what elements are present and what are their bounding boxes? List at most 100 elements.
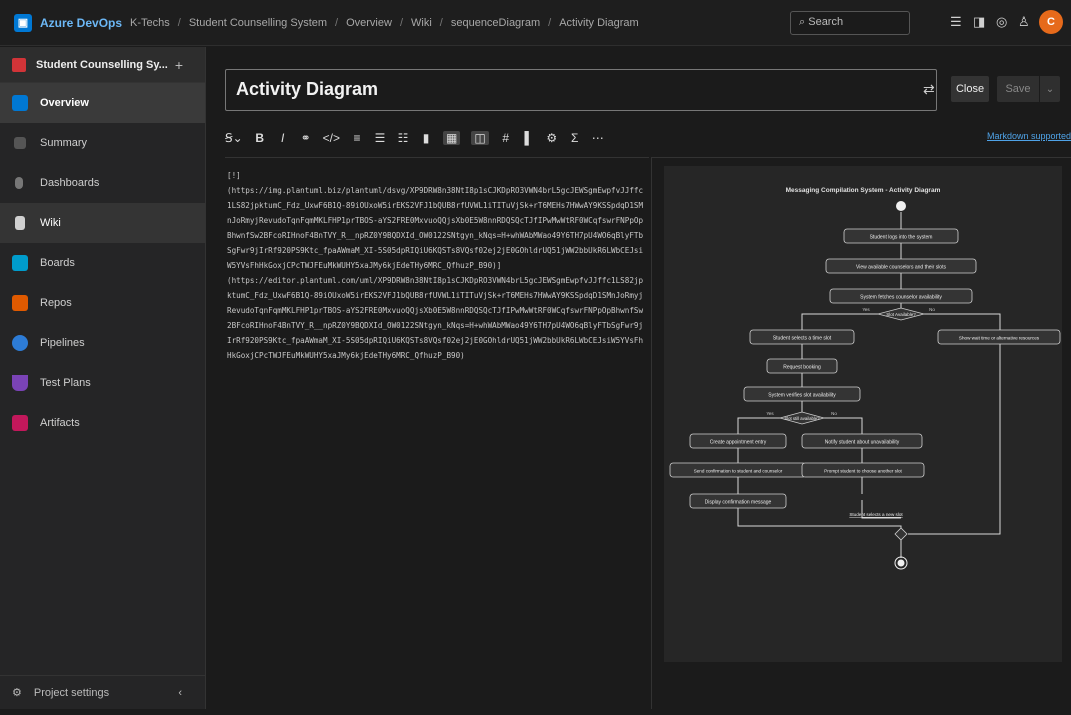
search-input[interactable]: ⌕ Search <box>790 11 910 35</box>
breadcrumb-separator: / <box>399 16 403 29</box>
sidebar-item-label: Test Plans <box>40 377 91 389</box>
bulleted-list-icon[interactable]: ≡ <box>351 131 363 145</box>
side-by-side-icon[interactable]: ◫ <box>471 131 489 145</box>
breadcrumb-wiki-page[interactable]: sequenceDiagram <box>451 17 540 29</box>
collapse-sidebar-icon[interactable]: ‹ <box>178 687 182 699</box>
sidebar-item-label: Artifacts <box>40 417 80 429</box>
test-plans-icon <box>12 375 28 391</box>
project-header[interactable]: Student Counselling Sy... + <box>0 47 205 83</box>
activity-label: Student logs into the system <box>870 235 933 241</box>
decision-label: Slot still available? <box>784 416 820 421</box>
dashboards-icon <box>15 177 23 189</box>
sidebar-item-dashboards[interactable]: Dashboards <box>0 163 205 203</box>
activity-label: System fetches counselor availability <box>860 295 942 301</box>
diagram-title: Messaging Compilation System - Activity … <box>786 187 941 194</box>
activity-label: View available counselors and their slot… <box>856 265 946 271</box>
sidebar-item-label: Repos <box>40 297 72 309</box>
breadcrumb-separator: / <box>177 16 181 29</box>
page-title-input[interactable]: Activity Diagram <box>225 69 937 111</box>
activity-label: Show wait time or alternative resources <box>959 336 1040 341</box>
search-icon: ⌕ <box>799 16 806 28</box>
more-options-icon[interactable]: ⋯ <box>592 131 604 145</box>
overview-icon <box>12 95 28 111</box>
no-label: No <box>831 411 837 416</box>
sidebar-item-artifacts[interactable]: Artifacts <box>0 403 205 443</box>
breadcrumb-separator: / <box>548 16 552 29</box>
user-settings-icon[interactable]: ♙ <box>1018 14 1030 30</box>
checklist-icon[interactable]: ☷ <box>397 131 409 145</box>
work-item-icon[interactable]: ⚙ <box>546 131 558 145</box>
table-icon[interactable]: ▦ <box>443 131 461 145</box>
math-icon[interactable]: Σ <box>569 131 581 145</box>
avatar[interactable]: C <box>1039 10 1063 34</box>
sidebar-item-label: Pipelines <box>40 337 85 349</box>
boards-icon <box>12 255 28 271</box>
swap-layout-icon[interactable]: ⇄ <box>923 81 935 98</box>
gear-icon: ⚙ <box>12 687 22 699</box>
decision-label: Slot Available? <box>886 312 916 317</box>
link-icon[interactable]: ⚭ <box>300 131 312 145</box>
sidebar-item-summary[interactable]: Summary <box>0 123 205 163</box>
add-icon[interactable]: + <box>175 57 183 73</box>
breadcrumb-overview[interactable]: Overview <box>346 17 392 29</box>
brand-name[interactable]: Azure DevOps <box>40 16 122 30</box>
activity-label: Prompt student to choose another slot <box>824 469 902 474</box>
artifacts-icon <box>12 415 28 431</box>
breadcrumb-separator: / <box>439 16 443 29</box>
sidebar-item-boards[interactable]: Boards <box>0 243 205 283</box>
start-node-icon <box>896 201 906 211</box>
sidebar-item-label: Overview <box>40 97 89 109</box>
wiki-editor-area: Activity Diagram ⇄ Close Save ⌄ Ꞩ⌄ B I ⚭… <box>207 47 1071 709</box>
breadcrumb-current-page[interactable]: Activity Diagram <box>559 17 638 29</box>
no-label: No <box>929 307 935 312</box>
save-button[interactable]: Save <box>997 76 1039 102</box>
project-badge-icon <box>12 57 26 72</box>
markdown-editor[interactable]: [!] (https://img.plantuml.biz/plantuml/d… <box>225 157 649 709</box>
pipelines-icon <box>12 335 28 351</box>
project-name: Student Counselling Sy... <box>36 58 168 71</box>
sidebar-item-pipelines[interactable]: Pipelines <box>0 323 205 363</box>
wiki-icon <box>15 216 25 230</box>
activity-diagram: Messaging Compilation System - Activity … <box>664 166 1062 662</box>
sidebar-item-repos[interactable]: Repos <box>0 283 205 323</box>
close-button[interactable]: Close <box>951 76 989 102</box>
save-options-chevron-down-icon[interactable]: ⌄ <box>1040 76 1060 102</box>
azure-devops-logo-icon[interactable]: ▣ <box>14 13 32 32</box>
sidebar-item-label: Wiki <box>40 217 61 229</box>
breadcrumb-project[interactable]: Student Counselling System <box>189 17 327 29</box>
breadcrumb-wiki[interactable]: Wiki <box>411 17 432 29</box>
breadcrumb-org[interactable]: K-Techs <box>130 17 170 29</box>
sidebar-item-wiki[interactable]: Wiki <box>0 203 205 243</box>
activity-label: Notify student about unavailability <box>825 440 900 446</box>
code-icon[interactable]: </> <box>323 131 340 145</box>
help-icon[interactable]: ◎ <box>996 14 1007 30</box>
activity-label: System verifies slot availability <box>768 393 836 399</box>
end-node-inner <box>897 559 905 567</box>
summary-icon <box>14 137 26 149</box>
heading-icon[interactable]: Ꞩ⌄ <box>225 131 243 145</box>
sidebar-item-label: Summary <box>40 137 88 149</box>
search-placeholder: Search <box>808 16 844 28</box>
markdown-supported-link[interactable]: Markdown supported. <box>987 131 1071 141</box>
project-settings[interactable]: ⚙ Project settings ‹ <box>0 675 206 709</box>
breadcrumb: K-Techs / Student Counselling System / O… <box>130 17 639 29</box>
yes-label: Yes <box>862 307 870 312</box>
sidebar-item-test-plans[interactable]: Test Plans <box>0 363 205 403</box>
markdown-preview: Messaging Compilation System - Activity … <box>651 157 1071 709</box>
task-list-icon[interactable]: ☰ <box>950 14 962 30</box>
sidebar-item-overview[interactable]: Overview <box>0 83 205 123</box>
project-sidebar: Student Counselling Sy... + Overview Sum… <box>0 47 206 709</box>
sidebar-item-label: Boards <box>40 257 75 269</box>
yes-label: Yes <box>766 411 774 416</box>
shopping-bag-icon[interactable]: ◨ <box>973 14 985 30</box>
activity-label: Create appointment entry <box>710 440 767 446</box>
project-settings-label: Project settings <box>33 686 110 699</box>
numbered-list-icon[interactable]: ☰ <box>374 131 386 145</box>
italic-icon[interactable]: I <box>277 131 289 145</box>
activity-label: Send confirmation to student and counsel… <box>694 469 783 474</box>
activity-label: Display confirmation message <box>705 500 772 506</box>
insert-icon[interactable]: ▌ <box>523 131 535 145</box>
bold-icon[interactable]: B <box>254 131 266 145</box>
mention-icon[interactable]: # <box>500 131 512 145</box>
attachment-icon[interactable]: ▮ <box>420 131 432 145</box>
